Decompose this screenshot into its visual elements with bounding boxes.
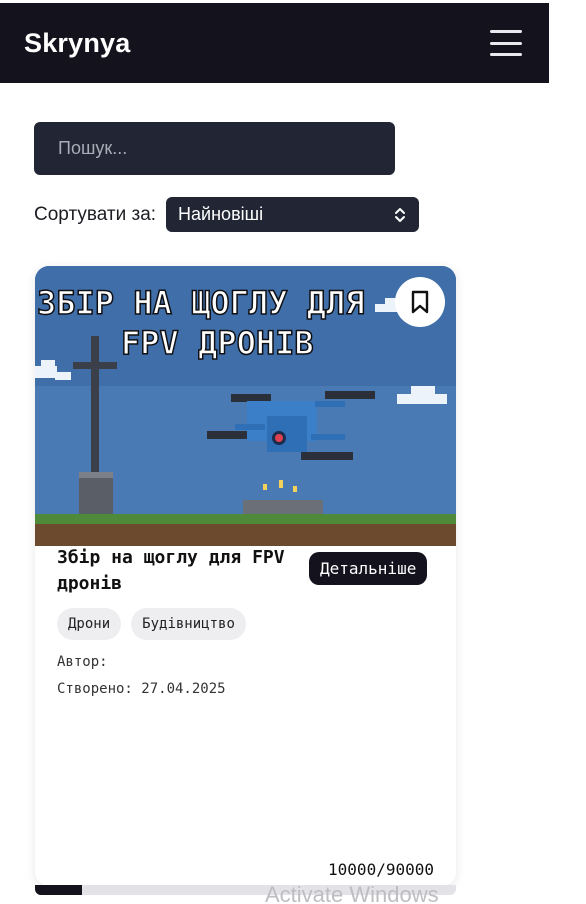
hamburger-menu-icon[interactable] [490, 30, 522, 56]
sort-select[interactable]: Найновіші [166, 197, 420, 232]
tag-construction[interactable]: Будівництво [131, 608, 246, 640]
sort-label: Сортувати за: [34, 203, 157, 225]
sort-row: Сортувати за: Найновіші [34, 197, 420, 232]
top-navbar: Skrynya [0, 3, 549, 83]
brand-logo[interactable]: Skrynya [24, 28, 130, 59]
details-button[interactable]: Детальніше [309, 552, 428, 585]
campaign-title[interactable]: Збір на щоглу для FPV дронів [57, 545, 307, 597]
author-label: Автор: [57, 654, 108, 670]
bookmark-icon [411, 290, 429, 314]
chevron-up-down-icon [395, 207, 406, 222]
campaign-image[interactable]: ЗБІР НА ЩОГЛУ ДЛЯ FPV ДРОНІВ [35, 266, 456, 546]
campaign-card: ЗБІР НА ЩОГЛУ ДЛЯ FPV ДРОНІВ Збір на щог… [35, 266, 456, 886]
page: Skrynya Сортувати за: Найновіші [0, 0, 586, 904]
progress-fill [35, 885, 82, 895]
tag-list: Дрони Будівництво [57, 608, 246, 640]
activate-windows-watermark: Activate Windows [265, 882, 439, 904]
menu-line [490, 30, 522, 33]
sort-selected-value: Найновіші [178, 204, 264, 224]
search-input[interactable] [56, 137, 373, 160]
tag-drones[interactable]: Дрони [57, 608, 122, 640]
search-box [34, 122, 395, 175]
progress-amount: 10000/90000 [328, 860, 434, 879]
svg-text:ЗБІР НА ЩОГЛУ ДЛЯ: ЗБІР НА ЩОГЛУ ДЛЯ [37, 284, 365, 322]
menu-line [490, 53, 522, 56]
bookmark-button[interactable] [395, 277, 445, 327]
menu-line [490, 41, 522, 45]
svg-text:FPV ДРОНІВ: FPV ДРОНІВ [121, 324, 314, 362]
created-date: Створено: 27.04.2025 [57, 681, 226, 697]
